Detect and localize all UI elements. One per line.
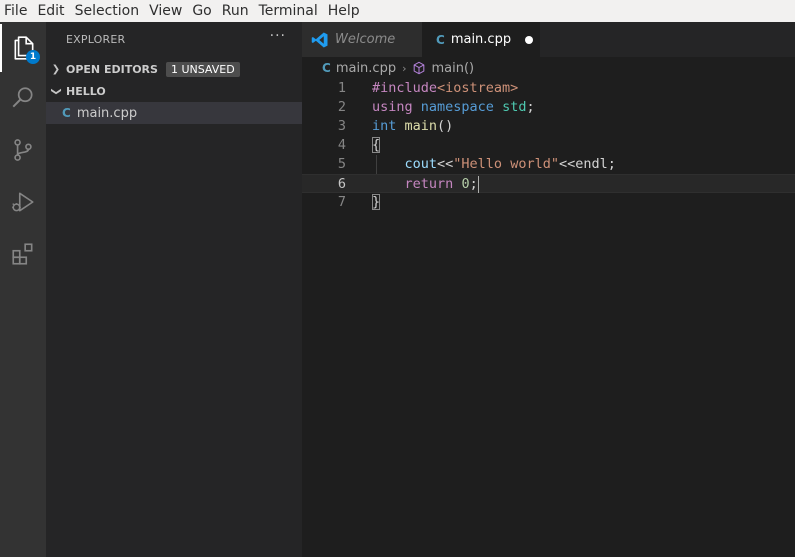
file-item-main-cpp[interactable]: C main.cpp <box>46 102 302 124</box>
explorer-badge: 1 <box>26 50 40 64</box>
keyword: using <box>372 99 413 115</box>
code-line[interactable]: 4 { <box>302 136 795 155</box>
line-number: 2 <box>337 99 346 115</box>
operator: << <box>437 156 454 172</box>
open-editors-section[interactable]: ❯ OPEN EDITORS 1 UNSAVED <box>46 58 302 80</box>
line-number: 5 <box>337 156 346 172</box>
activity-search[interactable] <box>0 74 46 122</box>
tab-welcome-label: Welcome <box>335 32 396 47</box>
menu-run[interactable]: Run <box>217 0 254 22</box>
operator: << <box>558 156 576 172</box>
text-cursor <box>477 175 479 193</box>
code-line[interactable]: 1 #include<iostream> <box>302 79 795 98</box>
function-name: main <box>404 118 438 134</box>
more-actions-button[interactable]: ··· <box>270 28 286 44</box>
identifier: endl <box>575 156 608 172</box>
folder-section-hello[interactable]: ❯ HELLO <box>46 80 302 102</box>
folder-label: HELLO <box>66 84 106 98</box>
namespace-name: std <box>502 99 527 115</box>
breadcrumb-file[interactable]: main.cpp <box>336 61 396 76</box>
line-number: 3 <box>337 118 346 134</box>
activity-extensions[interactable] <box>0 230 46 278</box>
tab-main-cpp-label: main.cpp <box>450 32 512 47</box>
matched-brace: { <box>372 137 381 153</box>
cpp-file-icon: C <box>436 32 445 47</box>
activity-source-control[interactable] <box>0 126 46 174</box>
menu-file[interactable]: File <box>0 0 32 22</box>
code-line[interactable]: 2 using namespace std; <box>302 98 795 117</box>
keyword: namespace <box>420 99 494 115</box>
chevron-down-icon: ❯ <box>50 86 62 96</box>
breadcrumb-symbol[interactable]: main() <box>431 61 474 76</box>
menu-help[interactable]: Help <box>323 0 365 22</box>
line-number: 6 <box>337 176 346 192</box>
activity-run-debug[interactable] <box>0 178 46 226</box>
sidebar-title: EXPLORER <box>66 33 126 46</box>
open-editors-label: OPEN EDITORS <box>66 62 158 76</box>
number-literal: 0 <box>461 176 470 192</box>
search-icon <box>12 87 33 108</box>
menu-terminal[interactable]: Terminal <box>254 0 323 22</box>
code-editor[interactable]: 1 #include<iostream> 2 using namespace s… <box>302 79 795 557</box>
file-label: main.cpp <box>76 105 138 121</box>
code-line[interactable]: 3 int main() <box>302 117 795 136</box>
string-literal: "Hello world" <box>453 156 559 172</box>
line-number: 7 <box>337 194 346 210</box>
type-keyword: int <box>372 118 397 134</box>
activity-bar: 1 <box>0 22 46 557</box>
tab-welcome[interactable]: Welcome <box>302 22 422 57</box>
unsaved-dot-icon[interactable] <box>525 35 534 44</box>
line-number: 4 <box>337 137 346 153</box>
menu-go[interactable]: Go <box>187 0 216 22</box>
chevron-right-icon: ❯ <box>51 63 61 75</box>
extensions-icon <box>12 243 33 265</box>
breadcrumb: C main.cpp › main() <box>302 57 795 79</box>
matched-brace: } <box>372 194 381 210</box>
tab-main-cpp[interactable]: C main.cpp <box>422 22 540 57</box>
editor-tab-bar: Welcome C main.cpp <box>302 22 795 57</box>
unsaved-badge: 1 UNSAVED <box>165 61 240 77</box>
menu-view[interactable]: View <box>144 0 187 22</box>
activity-explorer[interactable]: 1 <box>0 24 46 72</box>
code-line[interactable]: 5 cout<<"Hello world"<<endl; <box>302 155 795 174</box>
include-header: <iostream> <box>437 80 519 96</box>
breadcrumb-separator: › <box>402 61 407 75</box>
menu-bar: File Edit Selection View Go Run Terminal… <box>0 0 795 22</box>
punctuation: ; <box>469 176 478 192</box>
punctuation: () <box>437 118 454 134</box>
code-line[interactable]: 7 } <box>302 193 795 212</box>
keyword: return <box>404 176 454 192</box>
run-debug-icon <box>12 192 34 212</box>
variable: cout <box>404 156 438 172</box>
menu-edit[interactable]: Edit <box>32 0 69 22</box>
explorer-sidebar: EXPLORER ··· ❯ OPEN EDITORS 1 UNSAVED ❯ … <box>46 22 302 557</box>
line-number: 1 <box>337 80 346 96</box>
preprocessor-directive: #include <box>372 80 438 96</box>
current-code-line[interactable]: 6 return 0; <box>302 174 795 193</box>
cpp-file-icon: C <box>322 61 331 75</box>
source-control-icon <box>14 139 32 161</box>
punctuation: ; <box>526 99 535 115</box>
cpp-file-icon: C <box>62 106 71 120</box>
method-cube-icon <box>414 61 425 75</box>
menu-selection[interactable]: Selection <box>70 0 145 22</box>
punctuation: ; <box>607 156 616 172</box>
vscode-logo-icon <box>311 32 328 47</box>
